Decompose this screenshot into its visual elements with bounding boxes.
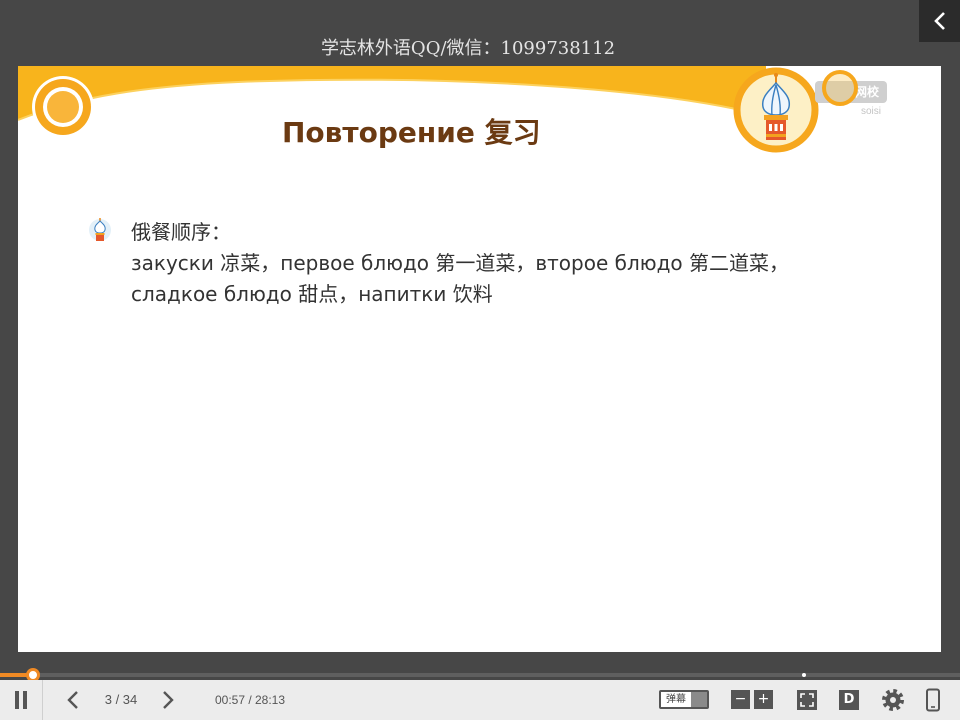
slide: 网校 soisi Повторение 复习 俄餐顺序： закуски 凉菜，… (18, 66, 941, 652)
gear-icon (882, 689, 904, 711)
next-page-button[interactable] (159, 690, 177, 710)
time-display: 00:57 / 28:13 (214, 693, 286, 707)
slide-title: Повторение 复习 (282, 116, 541, 149)
mobile-button[interactable] (922, 688, 944, 712)
content-line: закуски 凉菜，первое блюдо 第一道菜，второе блюд… (131, 251, 790, 275)
back-button[interactable] (919, 0, 960, 42)
pause-icon (15, 691, 19, 709)
watermark-text: 学志林外语QQ/微信：1099738112 (320, 38, 616, 59)
fullscreen-button[interactable] (797, 690, 817, 710)
danmaku-toggle[interactable]: 弹幕 (659, 690, 709, 709)
content-heading: 俄餐顺序： (131, 220, 231, 244)
chevron-left-icon (933, 12, 945, 30)
zoom-in-button[interactable]: + (754, 690, 773, 709)
chevron-left-icon (67, 691, 78, 709)
page-indicator: 3 / 34 (104, 692, 138, 707)
prev-page-button[interactable] (64, 690, 82, 710)
pause-icon (23, 691, 27, 709)
chevron-right-icon (163, 691, 174, 709)
progress-bar[interactable] (0, 668, 960, 682)
logo-ring-icon (822, 70, 858, 106)
settings-button[interactable] (881, 688, 905, 712)
toggle-knob (691, 692, 707, 707)
control-bar: 3 / 34 00:57 / 28:13 弹幕 − + D (0, 680, 960, 720)
divider (42, 680, 43, 720)
pause-button[interactable] (12, 690, 30, 710)
fullscreen-icon (800, 693, 814, 707)
progress-marker (802, 673, 806, 677)
phone-icon (926, 688, 940, 712)
onion-dome-icon (89, 218, 111, 241)
banner-shape (18, 66, 766, 120)
danmaku-label: 弹幕 (666, 694, 686, 705)
ring-icon (32, 76, 94, 138)
zoom-out-button[interactable]: − (731, 690, 750, 709)
d-button[interactable]: D (839, 690, 859, 710)
onion-dome-icon (733, 67, 819, 153)
slide-content: 俄餐顺序： закуски 凉菜，первое блюдо 第一道菜，второ… (131, 217, 789, 310)
content-line: сладкое блюдо 甜点，напитки 饮料 (131, 282, 493, 306)
brand-logo-subtext: soisi (861, 106, 882, 117)
